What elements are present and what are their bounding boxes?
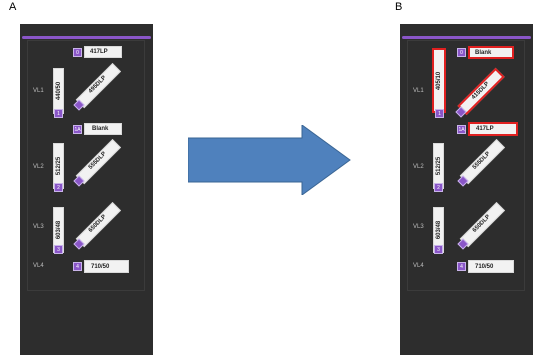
slot-0-filter-label: Blank — [475, 49, 492, 56]
slot-0-filter-label: 417LP — [90, 49, 108, 55]
row-label-vl3: VL3 — [33, 224, 44, 230]
slot-0-filter[interactable]: Blank — [468, 46, 514, 59]
slot-4-badge: 4 — [457, 262, 466, 271]
panel-b-header-bar — [402, 36, 531, 39]
panel-b-letter: B — [395, 1, 403, 13]
slot-4-filter[interactable]: 710/50 — [84, 260, 129, 273]
slot-4-badge: 4 — [73, 262, 82, 271]
row-label-vl4: VL4 — [33, 263, 44, 269]
slot-1-filter-label: 405/10 — [436, 71, 442, 90]
slot-0-badge: 0 — [457, 48, 466, 57]
slot-1-filter[interactable]: 440/50 — [53, 68, 64, 114]
panel-a: VL1 VL2 VL3 VL4 0 417LP 440/50 1 495DLP … — [20, 24, 153, 355]
slot-1a-badge: 1A — [73, 125, 82, 134]
right-arrow-icon — [188, 125, 351, 195]
slot-1a-filter-label: 417LP — [476, 126, 494, 132]
slot-2-filter-label: 512/25 — [55, 156, 62, 176]
row-label-vl1: VL1 — [33, 88, 44, 94]
panel-a-letter: A — [9, 1, 17, 13]
row-label-vl4: VL4 — [413, 263, 424, 269]
row-label-vl1: VL1 — [413, 88, 424, 94]
slot-1a-filter[interactable]: Blank — [84, 123, 122, 135]
slot-3-filter-label: 603/48 — [55, 220, 62, 240]
slot-1a-filter-label: Blank — [92, 126, 109, 132]
row-label-vl2: VL2 — [33, 164, 44, 170]
slot-2-badge: 2 — [54, 183, 63, 192]
slot-0-badge: 0 — [73, 48, 82, 57]
slot-3-badge: 3 — [54, 245, 63, 254]
panel-b-frame — [407, 40, 525, 291]
panel-b: VL1 VL2 VL3 VL4 0 Blank 405/10 1 415DLP … — [400, 24, 533, 355]
slot-4-filter-label: 710/50 — [475, 263, 494, 270]
slot-2-filter-label: 512/25 — [435, 156, 442, 176]
slot-1a-badge: 1A — [457, 125, 466, 134]
panel-a-header-bar — [22, 36, 151, 39]
slot-1-badge: 1 — [435, 109, 444, 118]
row-label-vl2: VL2 — [413, 164, 424, 170]
slot-0-filter[interactable]: 417LP — [84, 46, 122, 58]
slot-4-filter-label: 710/50 — [91, 263, 110, 270]
slot-2-badge: 2 — [434, 183, 443, 192]
row-label-vl3: VL3 — [413, 224, 424, 230]
slot-1-filter[interactable]: 405/10 — [432, 48, 446, 113]
slot-3-badge: 3 — [434, 245, 443, 254]
slot-3-filter-label: 603/48 — [435, 220, 442, 240]
slot-1-badge: 1 — [54, 109, 63, 118]
slot-1a-filter[interactable]: 417LP — [468, 122, 518, 136]
slot-4-filter[interactable]: 710/50 — [468, 260, 514, 273]
slot-1-filter-label: 440/50 — [55, 81, 62, 101]
